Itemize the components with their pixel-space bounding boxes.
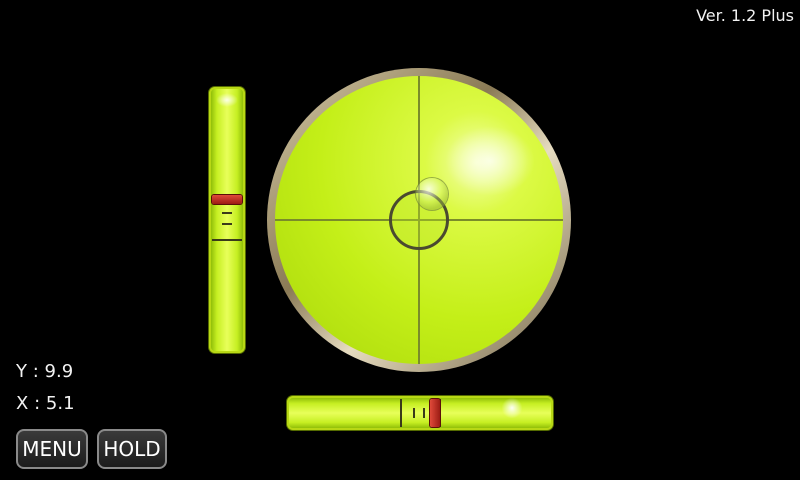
y-readout-value: 9.9 [44,361,74,382]
vertical-tube-guide-line [212,239,242,241]
horizontal-tube-tick [423,408,425,418]
horizontal-tube-tick [413,408,415,418]
x-readout: X : 5.1 [16,393,75,414]
y-readout: Y : 9.9 [16,361,73,382]
x-readout-value: 5.1 [45,393,75,414]
readout-separator: : [32,361,39,382]
x-readout-label: X [16,393,29,414]
vertical-tube-tick [222,223,232,225]
tube-highlight [216,93,238,107]
y-readout-label: Y [16,361,27,382]
bullseye-bubble [416,178,448,210]
horizontal-bubble-marker [430,399,440,427]
readout-separator: : [34,393,41,414]
menu-button[interactable]: MENU [16,429,88,469]
bullseye-face [275,76,563,364]
bullseye-level [267,68,571,372]
horizontal-level-tube [287,396,553,430]
hold-button[interactable]: HOLD [97,429,167,469]
vertical-tube-tick [222,212,232,214]
vertical-bubble-marker [212,195,242,204]
tube-highlight [501,398,523,418]
bullseye-glare [445,126,535,196]
horizontal-tube-guide-line [400,399,402,427]
version-label: Ver. 1.2 Plus [696,6,794,25]
vertical-level-tube [209,87,245,353]
